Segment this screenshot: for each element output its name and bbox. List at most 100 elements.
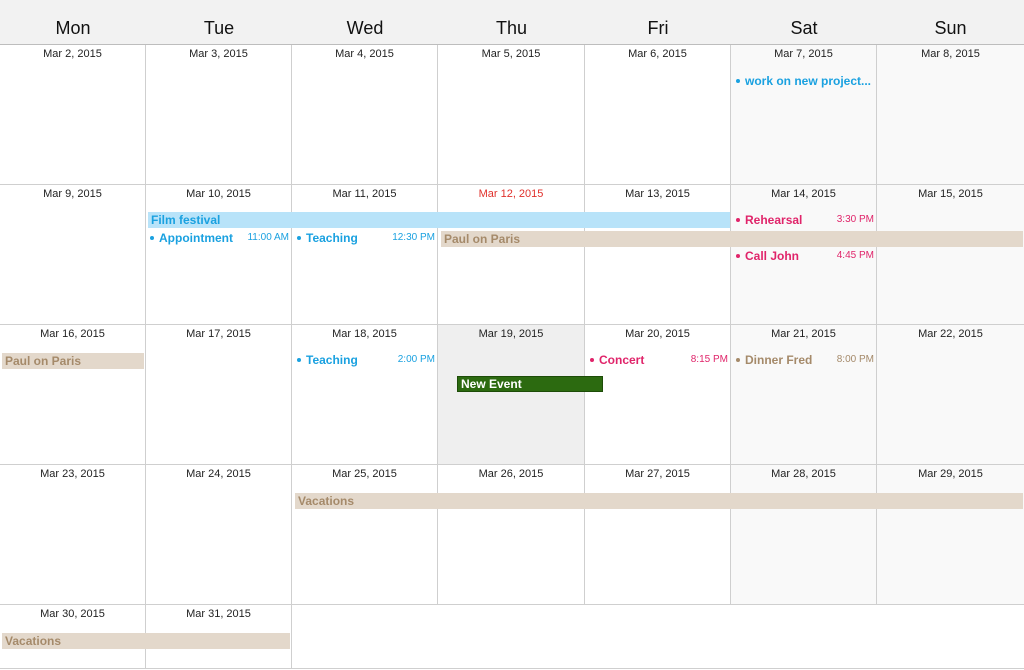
event-film-festival[interactable]: Film festival: [148, 212, 730, 228]
day-cell[interactable]: Mar 9, 2015: [0, 185, 146, 325]
day-cell[interactable]: Mar 2, 2015: [0, 45, 146, 185]
weekday-header: Mon Tue Wed Thu Fri Sat Sun: [0, 0, 1024, 45]
day-cell[interactable]: Mar 22, 2015: [877, 325, 1024, 465]
event-paul-on-paris-cont[interactable]: Paul on Paris: [2, 353, 144, 369]
weekday-thu: Thu: [495, 18, 528, 38]
date-label: Mar 3, 2015: [189, 48, 248, 60]
day-cell[interactable]: Mar 18, 2015: [292, 325, 438, 465]
date-label: Mar 20, 2015: [625, 328, 690, 340]
event-title: Concert: [599, 353, 645, 367]
date-label: Mar 23, 2015: [40, 468, 105, 480]
event-title: Call John: [745, 249, 800, 263]
day-cell[interactable]: Mar 16, 2015: [0, 325, 146, 465]
event-title: work on new project...: [745, 74, 872, 88]
date-label: Mar 17, 2015: [186, 328, 251, 340]
date-label: Mar 10, 2015: [186, 188, 251, 200]
weekday-sun: Sun: [934, 18, 967, 38]
event-teaching[interactable]: Teaching 2:00 PM: [297, 352, 435, 368]
event-time: 4:45 PM: [836, 250, 874, 261]
date-label: Mar 22, 2015: [918, 328, 983, 340]
empty-cell: [731, 605, 877, 669]
day-cell[interactable]: Mar 26, 2015: [438, 465, 585, 605]
event-title: Appointment: [159, 231, 233, 245]
date-label: Mar 14, 2015: [771, 188, 836, 200]
event-dot-icon: [736, 217, 740, 222]
event-call-john[interactable]: Call John 4:45 PM: [736, 248, 874, 264]
day-cell[interactable]: Mar 19, 2015: [438, 325, 585, 465]
empty-cell: [292, 605, 438, 669]
event-dinner-fred[interactable]: Dinner Fred 8:00 PM: [736, 352, 874, 368]
date-label: Mar 19, 2015: [478, 328, 544, 340]
event-dot-icon: [297, 235, 301, 240]
day-cell[interactable]: Mar 13, 2015: [585, 185, 731, 325]
day-cell[interactable]: Mar 23, 2015: [0, 465, 146, 605]
date-label: Mar 6, 2015: [628, 48, 687, 60]
event-dot-icon: [150, 235, 154, 240]
event-dot-icon: [297, 357, 301, 362]
day-cell[interactable]: Mar 10, 2015: [146, 185, 292, 325]
event-time: 11:00 AM: [247, 232, 289, 243]
date-label: Mar 4, 2015: [335, 48, 394, 60]
event-dot-icon: [736, 78, 740, 83]
day-cell[interactable]: Mar 12, 2015: [438, 185, 585, 325]
event-vacations-cont[interactable]: Vacations: [2, 633, 290, 649]
date-label: Mar 29, 2015: [918, 468, 983, 480]
event-appointment[interactable]: Appointment 11:00 AM: [150, 230, 289, 246]
date-label: Mar 21, 2015: [771, 328, 836, 340]
weekday-mon: Mon: [55, 18, 91, 38]
date-label: Mar 28, 2015: [771, 468, 836, 480]
event-teaching[interactable]: Teaching 12:30 PM: [297, 230, 435, 246]
event-time: 8:00 PM: [836, 354, 874, 365]
date-label: Mar 25, 2015: [332, 468, 397, 480]
day-cell[interactable]: Mar 15, 2015: [877, 185, 1024, 325]
date-label: Mar 27, 2015: [625, 468, 690, 480]
day-cell[interactable]: Mar 28, 2015: [731, 465, 877, 605]
day-cell[interactable]: Mar 11, 2015: [292, 185, 438, 325]
day-cell[interactable]: Mar 27, 2015: [585, 465, 731, 605]
day-cell[interactable]: Mar 24, 2015: [146, 465, 292, 605]
event-time: 3:30 PM: [836, 214, 874, 225]
day-cell[interactable]: Mar 29, 2015: [877, 465, 1024, 605]
weekday-sat: Sat: [790, 18, 818, 38]
event-title: Dinner Fred: [745, 353, 813, 367]
empty-cell: [877, 605, 1024, 669]
date-label: Mar 13, 2015: [625, 188, 690, 200]
event-dot-icon: [736, 253, 740, 258]
date-label: Mar 15, 2015: [918, 188, 983, 200]
day-cell[interactable]: Mar 4, 2015: [292, 45, 438, 185]
day-cell[interactable]: Mar 17, 2015: [146, 325, 292, 465]
event-time: 2:00 PM: [397, 354, 435, 365]
day-cell[interactable]: Mar 6, 2015: [585, 45, 731, 185]
empty-cell: [585, 605, 731, 669]
event-concert[interactable]: Concert 8:15 PM: [590, 352, 728, 368]
event-title: Teaching: [306, 353, 358, 367]
event-dot-icon: [736, 357, 740, 362]
event-vacations[interactable]: Vacations: [295, 493, 1023, 509]
day-cell[interactable]: Mar 20, 2015: [585, 325, 731, 465]
date-label: Mar 8, 2015: [921, 48, 980, 60]
day-cell[interactable]: Mar 5, 2015: [438, 45, 585, 185]
event-work-on-new-project[interactable]: work on new project...: [736, 73, 874, 89]
event-paul-on-paris[interactable]: Paul on Paris: [441, 231, 1023, 247]
day-cell[interactable]: Mar 8, 2015: [877, 45, 1024, 185]
date-label: Mar 31, 2015: [186, 608, 251, 620]
event-rehearsal[interactable]: Rehearsal 3:30 PM: [736, 212, 874, 228]
date-label: Mar 5, 2015: [481, 48, 541, 60]
date-label: Mar 2, 2015: [43, 48, 102, 60]
date-label: Mar 30, 2015: [40, 608, 105, 620]
day-cell[interactable]: Mar 25, 2015: [292, 465, 438, 605]
day-cell[interactable]: Mar 3, 2015: [146, 45, 292, 185]
empty-cell: [438, 605, 585, 669]
date-label: Mar 16, 2015: [40, 328, 105, 340]
day-cell[interactable]: Mar 7, 2015: [731, 45, 877, 185]
date-label: Mar 18, 2015: [332, 328, 397, 340]
day-cell[interactable]: Mar 21, 2015: [731, 325, 877, 465]
date-label: Mar 11, 2015: [332, 188, 397, 200]
weekday-tue: Tue: [203, 18, 235, 38]
event-title: Teaching: [306, 231, 358, 245]
event-dot-icon: [590, 357, 594, 362]
event-time: 12:30 PM: [392, 232, 435, 243]
event-new-event[interactable]: New Event: [457, 376, 603, 392]
date-label: Mar 9, 2015: [43, 188, 102, 200]
date-label: Mar 24, 2015: [186, 468, 251, 480]
